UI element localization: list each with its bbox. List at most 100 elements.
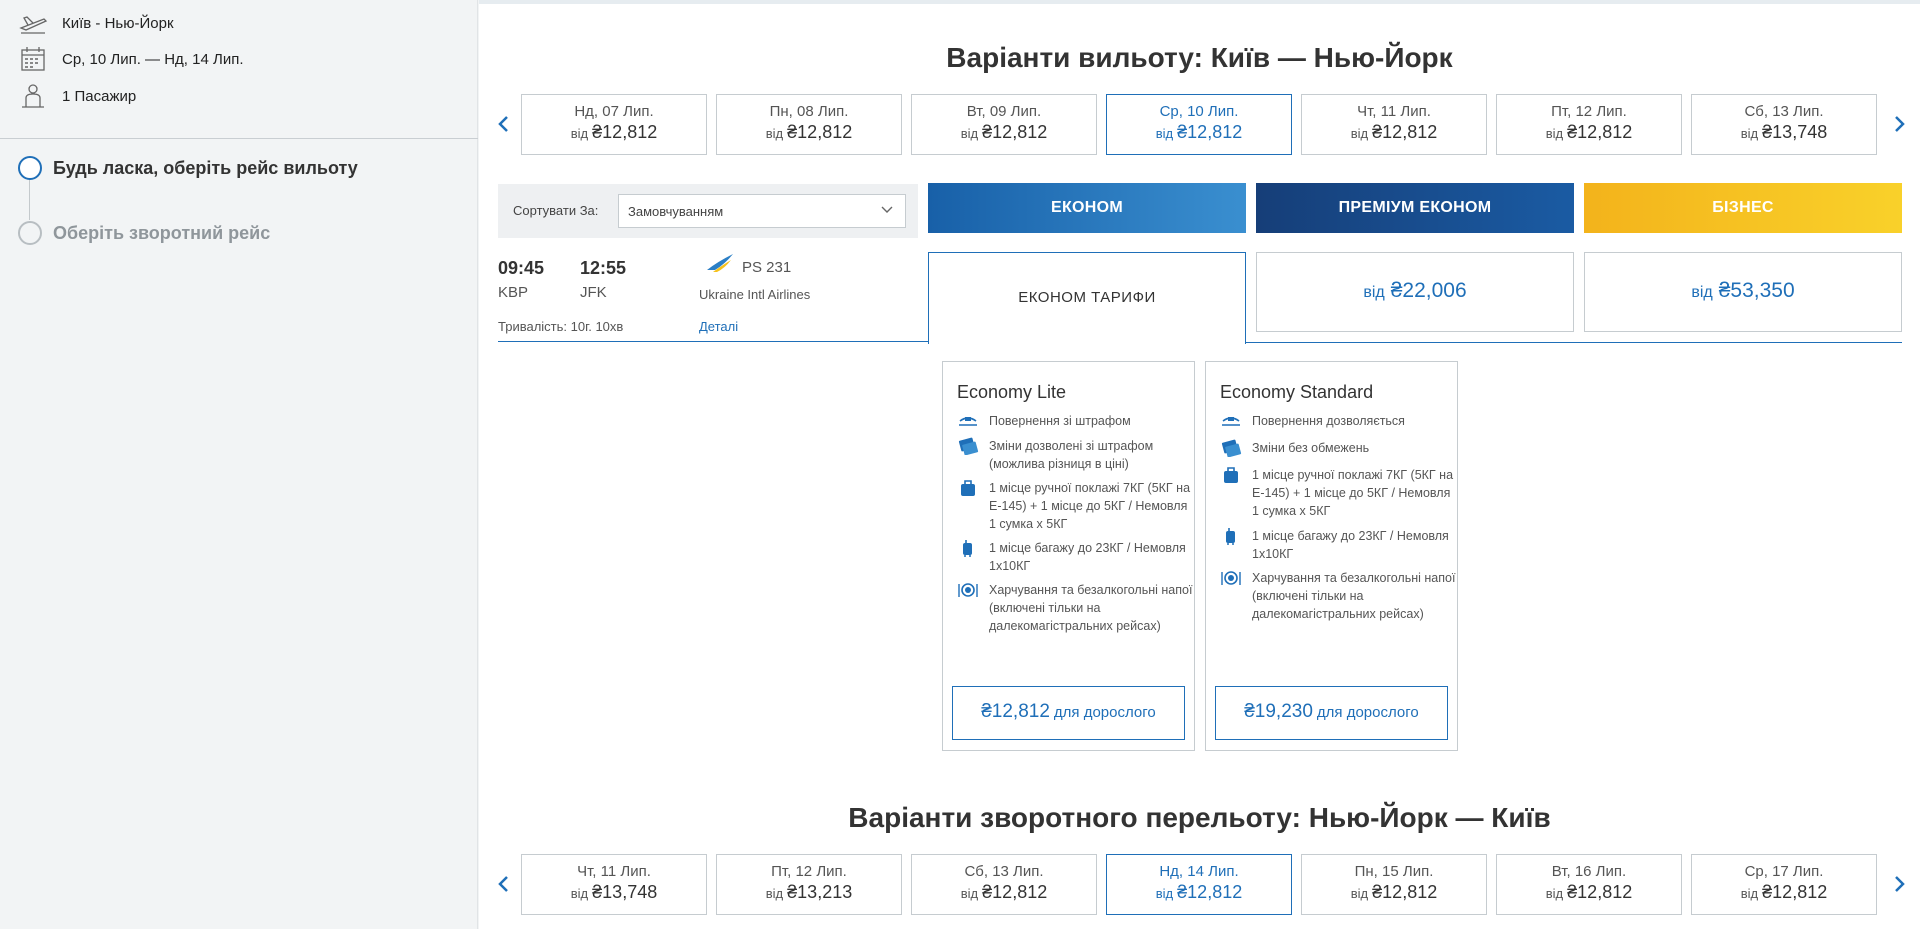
fare-card-economy-lite: Economy Lite Повернення зі штрафом Зміни… <box>942 361 1195 751</box>
date-label: Сб, 13 Лип. <box>1744 103 1824 120</box>
outbound-title: Варіанти вильоту: Київ — Нью-Йорк <box>946 42 1453 73</box>
from-label: від <box>765 886 784 901</box>
outbound-date-0[interactable]: Нд, 07 Лип. від ₴12,812 <box>521 94 707 155</box>
hand-luggage-icon <box>961 480 975 496</box>
fare-feature-text: Зміни без обмежень <box>1252 441 1370 455</box>
economy-fares-header[interactable]: ЕКОНОМ ТАРИФИ <box>928 252 1246 344</box>
step-return-label: Оберіть зворотний рейс <box>53 222 271 243</box>
inbound-date-2[interactable]: Сб, 13 Лип. від ₴12,812 <box>911 854 1097 915</box>
date-label: Пт, 12 Лип. <box>1551 103 1627 120</box>
outbound-date-5[interactable]: Пт, 12 Лип. від ₴12,812 <box>1496 94 1682 155</box>
departure-airport: KBP <box>498 284 529 301</box>
chevron-down-icon <box>881 206 893 213</box>
step-return[interactable]: Оберіть зворотний рейс <box>18 221 270 245</box>
select-economy-lite-button[interactable]: ₴12,812 для дорослого <box>952 686 1185 740</box>
inbound-date-3[interactable]: Нд, 14 Лип. від ₴12,812 <box>1106 854 1292 915</box>
flight-details-link[interactable]: Деталі <box>699 319 738 334</box>
inbound-date-1[interactable]: Пт, 12 Лип. від ₴13,213 <box>716 854 902 915</box>
inbound-date-5[interactable]: Вт, 16 Лип. від ₴12,812 <box>1496 854 1682 915</box>
fare-card-economy-standard: Economy Standard Повернення дозволяється… <box>1205 361 1458 751</box>
cabin-economy-tab[interactable]: ЕКОНОМ <box>928 183 1246 233</box>
fare-feature: Повернення зі штрафом <box>957 412 1195 430</box>
outbound-date-1[interactable]: Пн, 08 Лип. від ₴12,812 <box>716 94 902 155</box>
sort-label: Сортувати За: <box>513 203 599 218</box>
ticket-change-icon <box>1221 439 1242 457</box>
flight-row[interactable]: 09:45 12:55 KBP JFK PS 231 Ukraine Intl … <box>498 252 928 342</box>
fare-feature-text: 1 місце багажу до 23КГ / Немовля 1x10КГ <box>1252 529 1449 561</box>
step-outbound-indicator <box>18 156 42 180</box>
sort-select[interactable]: Замовчуванням <box>618 194 906 228</box>
from-label: від <box>960 126 979 141</box>
date-price: ₴12,812 <box>1762 882 1828 902</box>
dates-text: Ср, 10 Лип. — Нд, 14 Лип. <box>62 50 244 68</box>
select-economy-standard-button[interactable]: ₴19,230 для дорослого <box>1215 686 1448 740</box>
flight-duration: Тривалість: 10г. 10хв <box>498 319 624 334</box>
inbound-next-arrow-icon[interactable] <box>1889 872 1909 896</box>
fare-feature-text: 1 місце ручної поклажі 7КГ (5КГ на E-145… <box>989 481 1191 531</box>
fare-feature: Харчування та безалкогольні напої (включ… <box>957 581 1195 635</box>
fare-feature-text: Харчування та безалкогольні напої (включ… <box>989 583 1193 633</box>
cabin-premium-tab[interactable]: ПРЕМІУМ ЕКОНОМ <box>1256 183 1574 233</box>
from-label: від <box>1740 886 1759 901</box>
hand-luggage-icon <box>1224 467 1238 483</box>
date-label: Пн, 15 Лип. <box>1354 863 1434 880</box>
departure-time: 09:45 <box>498 258 545 278</box>
date-label: Пн, 08 Лип. <box>769 103 849 120</box>
sort-bar: Сортувати За: Замовчуванням <box>498 184 918 238</box>
outbound-date-2[interactable]: Вт, 09 Лип. від ₴12,812 <box>911 94 1097 155</box>
business-fare-summary[interactable]: від ₴53,350 <box>1584 252 1902 332</box>
route-summary: Київ - Нью-Йорк <box>18 10 174 36</box>
from-label: від <box>960 886 979 901</box>
from-label: від <box>1155 886 1174 901</box>
date-price: ₴12,812 <box>787 122 853 142</box>
sort-value: Замовчуванням <box>628 204 724 219</box>
outbound-prev-arrow-icon[interactable] <box>494 112 514 136</box>
business-from-price: ₴53,350 <box>1718 279 1795 302</box>
fare-feature: 1 місце ручної поклажі 7КГ (5КГ на E-145… <box>1220 466 1458 520</box>
from-label: від <box>1545 126 1564 141</box>
step-outbound-label: Будь ласка, оберіть рейс вильоту <box>53 157 358 178</box>
inbound-prev-arrow-icon[interactable] <box>494 872 514 896</box>
premium-fare-summary[interactable]: від ₴22,006 <box>1256 252 1574 332</box>
fare-feature-text: Повернення зі штрафом <box>989 414 1131 428</box>
route-text: Київ - Нью-Йорк <box>62 14 174 32</box>
inbound-date-4[interactable]: Пн, 15 Лип. від ₴12,812 <box>1301 854 1487 915</box>
refund-icon <box>1222 417 1240 426</box>
ticket-change-icon <box>958 437 979 455</box>
from-label: від <box>1350 886 1369 901</box>
from-label: від <box>1350 126 1369 141</box>
plane-departure-icon <box>19 16 48 34</box>
outbound-date-6[interactable]: Сб, 13 Лип. від ₴13,748 <box>1691 94 1877 155</box>
date-price: ₴13,748 <box>592 882 658 902</box>
date-price: ₴13,748 <box>1762 122 1828 142</box>
sidebar-divider <box>0 138 478 139</box>
fare-feature: 1 місце ручної поклажі 7КГ (5КГ на E-145… <box>957 479 1195 533</box>
date-price: ₴12,812 <box>1372 122 1438 142</box>
checked-baggage-icon <box>1226 528 1235 545</box>
step-outbound[interactable]: Будь ласка, оберіть рейс вильоту <box>18 156 358 180</box>
from-label: від <box>1545 886 1564 901</box>
fare-feature-text: 1 місце багажу до 23КГ / Немовля 1x10КГ <box>989 541 1186 573</box>
premium-from-label: від <box>1363 284 1385 301</box>
date-price: ₴12,812 <box>1567 122 1633 142</box>
date-price: ₴12,812 <box>1567 882 1633 902</box>
outbound-next-arrow-icon[interactable] <box>1889 112 1909 136</box>
from-label: від <box>570 126 589 141</box>
date-price: ₴13,213 <box>787 882 853 902</box>
passenger-icon <box>22 84 44 108</box>
date-label: Нд, 07 Лип. <box>574 103 654 120</box>
meal-icon <box>958 583 978 597</box>
outbound-date-4[interactable]: Чт, 11 Лип. від ₴12,812 <box>1301 94 1487 155</box>
checked-baggage-icon <box>963 540 972 557</box>
passengers-summary: 1 Пасажир <box>18 83 136 109</box>
outbound-date-3[interactable]: Ср, 10 Лип. від ₴12,812 <box>1106 94 1292 155</box>
fare-price-unit: для дорослого <box>1053 704 1156 721</box>
airline-logo-icon <box>707 254 733 272</box>
from-label: від <box>765 126 784 141</box>
dates-summary: Ср, 10 Лип. — Нд, 14 Лип. <box>18 46 244 72</box>
cabin-business-tab[interactable]: БІЗНЕС <box>1584 183 1902 233</box>
date-label: Вт, 09 Лип. <box>966 103 1042 120</box>
inbound-date-0[interactable]: Чт, 11 Лип. від ₴13,748 <box>521 854 707 915</box>
fare-card-title: Economy Standard <box>1220 382 1374 402</box>
inbound-date-6[interactable]: Ср, 17 Лип. від ₴12,812 <box>1691 854 1877 915</box>
